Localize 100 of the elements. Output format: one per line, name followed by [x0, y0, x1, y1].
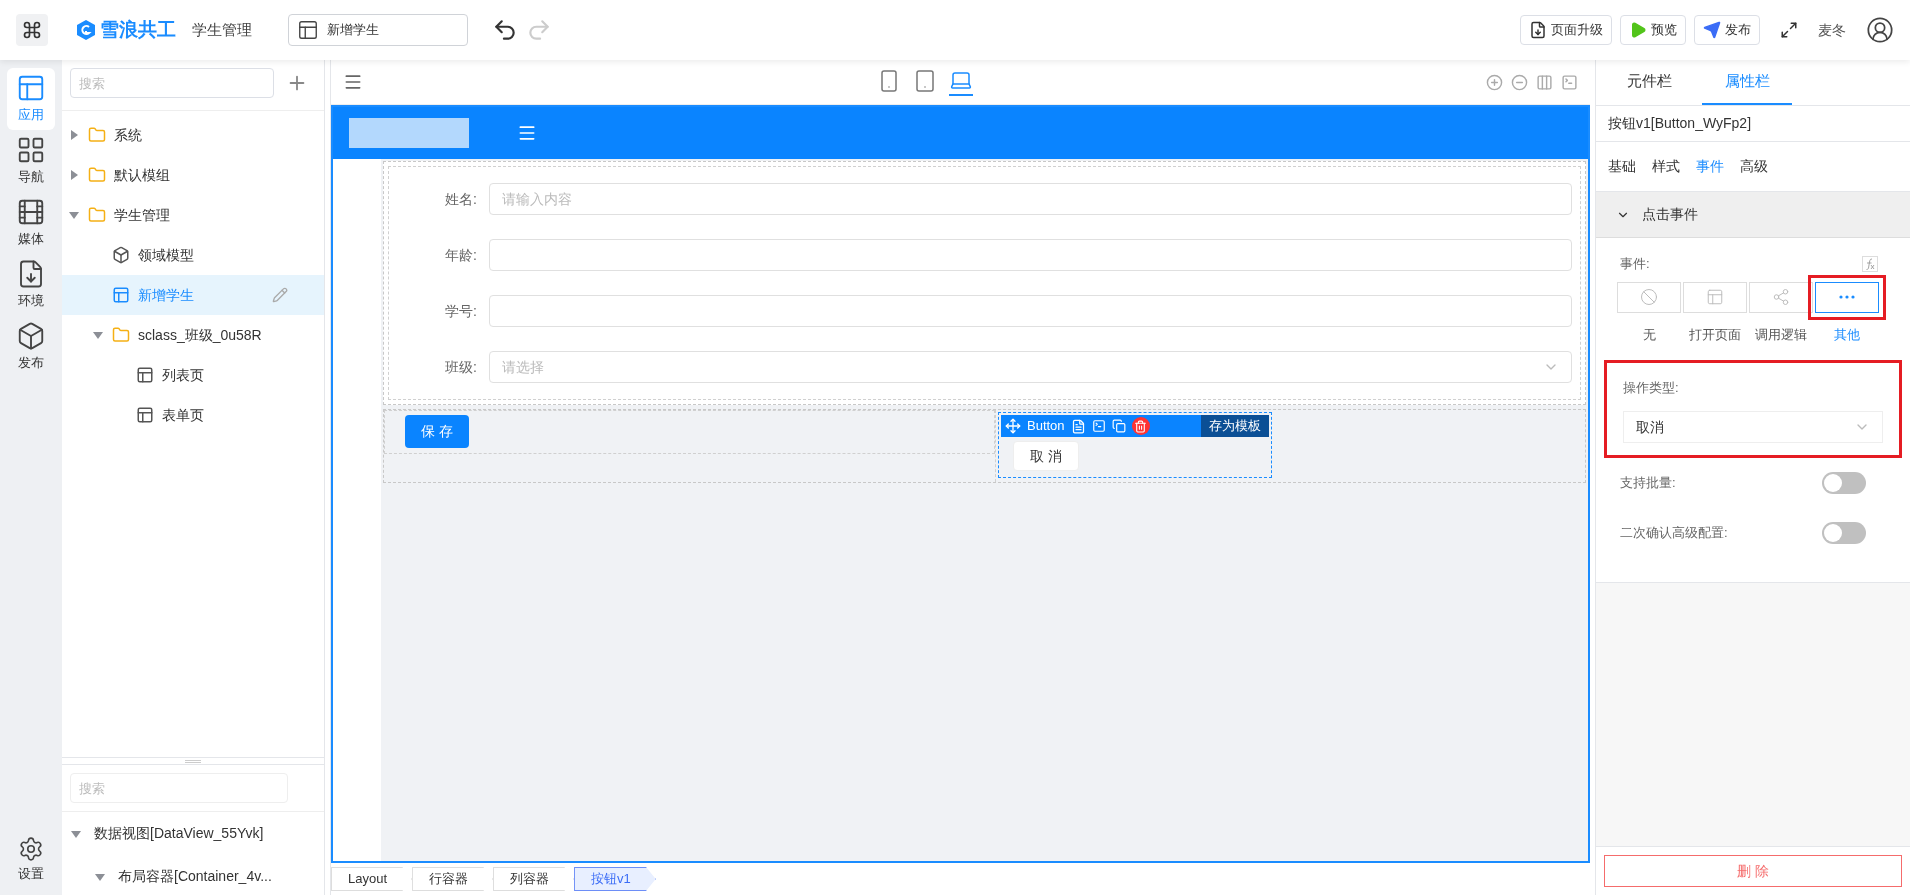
folder-icon [88, 166, 106, 184]
rail-item[interactable]: 媒体 [7, 192, 55, 254]
zoom-out-icon[interactable] [1511, 73, 1528, 91]
tree-item-label: 表单页 [162, 405, 204, 425]
tree-item[interactable]: 学生管理 [62, 195, 324, 235]
tree-item-label: 默认模组 [114, 165, 170, 185]
event-option[interactable] [1815, 281, 1879, 313]
terminal-icon[interactable] [1561, 73, 1578, 91]
expand-triangle-icon[interactable] [92, 329, 104, 341]
breadcrumb-item[interactable]: 列容器 [493, 867, 575, 891]
outline-item[interactable]: 布局容器[Container_4v... [62, 855, 324, 895]
toolbar-button[interactable]: 发布 [1694, 15, 1760, 45]
toolbar-button[interactable]: 页面升级 [1520, 15, 1612, 45]
undo-icon[interactable] [492, 17, 518, 43]
tree-item[interactable]: 默认模组 [62, 155, 324, 195]
tree-item-label: 列表页 [162, 365, 204, 385]
folder-icon [88, 126, 106, 144]
search-field[interactable]: 搜索 [70, 68, 274, 98]
tree-item-label: sclass_班级_0u58R [138, 325, 262, 345]
move-icon[interactable] [1005, 418, 1021, 434]
rail-item[interactable]: 发布 [7, 316, 55, 378]
property-tab[interactable]: 样式 [1652, 156, 1680, 177]
nodes-icon [1772, 288, 1790, 306]
tree-item-label: 系统 [114, 125, 142, 145]
save-template-button[interactable]: 存为模板 [1201, 415, 1269, 437]
form-label: 姓名: [444, 189, 478, 209]
ellipsis-icon [1839, 295, 1855, 299]
document-download-icon [1529, 21, 1547, 39]
section-header[interactable]: 点击事件 [1596, 192, 1910, 238]
toggle-switch[interactable] [1822, 522, 1866, 544]
outline-item[interactable]: 数据视图[DataView_55Yvk] [62, 812, 324, 855]
rail-item[interactable]: 环境 [7, 254, 55, 316]
expand-triangle-icon[interactable] [68, 129, 80, 141]
breadcrumb-item[interactable]: 行容器 [412, 867, 494, 891]
app-name: 雪浪共工 [100, 17, 176, 42]
toggle-switch[interactable] [1822, 472, 1866, 494]
field-label: 操作类型: [1623, 380, 1679, 395]
ban-icon [1640, 288, 1658, 306]
component-type: Button [1027, 417, 1065, 436]
input-field[interactable] [489, 295, 1572, 327]
command-icon [22, 20, 42, 40]
form-label: 班级: [444, 357, 478, 377]
input-field[interactable]: 请输入内容 [489, 183, 1572, 215]
tree-item[interactable]: 领域模型 [62, 235, 324, 275]
formula-icon[interactable] [1862, 255, 1878, 272]
zoom-in-icon[interactable] [1486, 73, 1503, 91]
select-field[interactable]: 取消 [1623, 411, 1883, 443]
settings-button[interactable]: 设置 [18, 835, 44, 883]
property-tab[interactable]: 高级 [1740, 156, 1768, 177]
tree-item[interactable]: 系统 [62, 115, 324, 155]
save-button[interactable]: 保 存 [405, 415, 469, 448]
page-tab[interactable]: 新增学生 [288, 14, 468, 46]
delete-icon[interactable] [1134, 419, 1148, 433]
expand-triangle-icon[interactable] [68, 169, 80, 181]
fullscreen-icon[interactable] [1780, 21, 1798, 39]
columns-icon[interactable] [1536, 73, 1553, 91]
collapse-menu-icon[interactable] [517, 123, 537, 143]
form-label: 学号: [444, 301, 478, 321]
app-menu-button[interactable] [16, 14, 48, 46]
search-field[interactable]: 搜索 [70, 773, 288, 803]
cube-icon [112, 246, 130, 264]
component-title: 按钮v1[Button_WyFp2] [1596, 106, 1910, 142]
breadcrumb-item[interactable]: Layout [331, 867, 413, 891]
menu-icon[interactable] [343, 72, 363, 92]
property-tab[interactable]: 基础 [1608, 156, 1636, 177]
layout-icon [297, 19, 319, 41]
expand-triangle-icon[interactable] [68, 209, 80, 221]
event-option-label: 打开页面 [1689, 325, 1741, 344]
user-name: 麦冬 [1818, 20, 1846, 40]
outline-item-label: 数据视图[DataView_55Yvk] [94, 824, 264, 843]
input-field[interactable] [489, 239, 1572, 271]
breadcrumb-item[interactable]: 按钮v1 [574, 867, 656, 891]
rail-item[interactable]: 应用 [7, 68, 55, 130]
toolbar-button[interactable]: 预览 [1620, 15, 1686, 45]
module-name: 学生管理 [192, 19, 252, 40]
tree-item-label: 学生管理 [114, 205, 170, 225]
paper-plane-icon [1703, 21, 1721, 39]
field-label: 二次确认高级配置: [1620, 524, 1728, 543]
edit-icon[interactable] [272, 287, 288, 303]
cancel-button[interactable]: 取 消 [1013, 441, 1079, 471]
tree-item[interactable]: 表单页 [62, 395, 324, 435]
layout-icon [136, 366, 154, 384]
rail-item[interactable]: 导航 [7, 130, 55, 192]
cube-icon [16, 321, 46, 352]
panel-tab[interactable]: 元件栏 [1604, 60, 1694, 105]
document-icon[interactable] [1070, 418, 1086, 434]
avatar-icon[interactable] [1866, 16, 1894, 44]
layout-icon [112, 286, 130, 304]
form-label: 年龄: [444, 245, 478, 265]
property-tab[interactable]: 事件 [1696, 156, 1724, 177]
selected-component[interactable]: Button 存为模板 取 消 [998, 412, 1272, 478]
tree-item[interactable]: 列表页 [62, 355, 324, 395]
event-option-label: 其他 [1834, 325, 1860, 344]
folder-icon [112, 326, 130, 344]
field-label: 事件: [1620, 255, 1650, 273]
panel-tab[interactable]: 属性栏 [1702, 60, 1792, 105]
copy-icon[interactable] [1111, 419, 1126, 433]
logo-icon [76, 19, 96, 41]
tree-item[interactable]: sclass_班级_0u58R [62, 315, 324, 355]
layout-icon [136, 406, 154, 424]
